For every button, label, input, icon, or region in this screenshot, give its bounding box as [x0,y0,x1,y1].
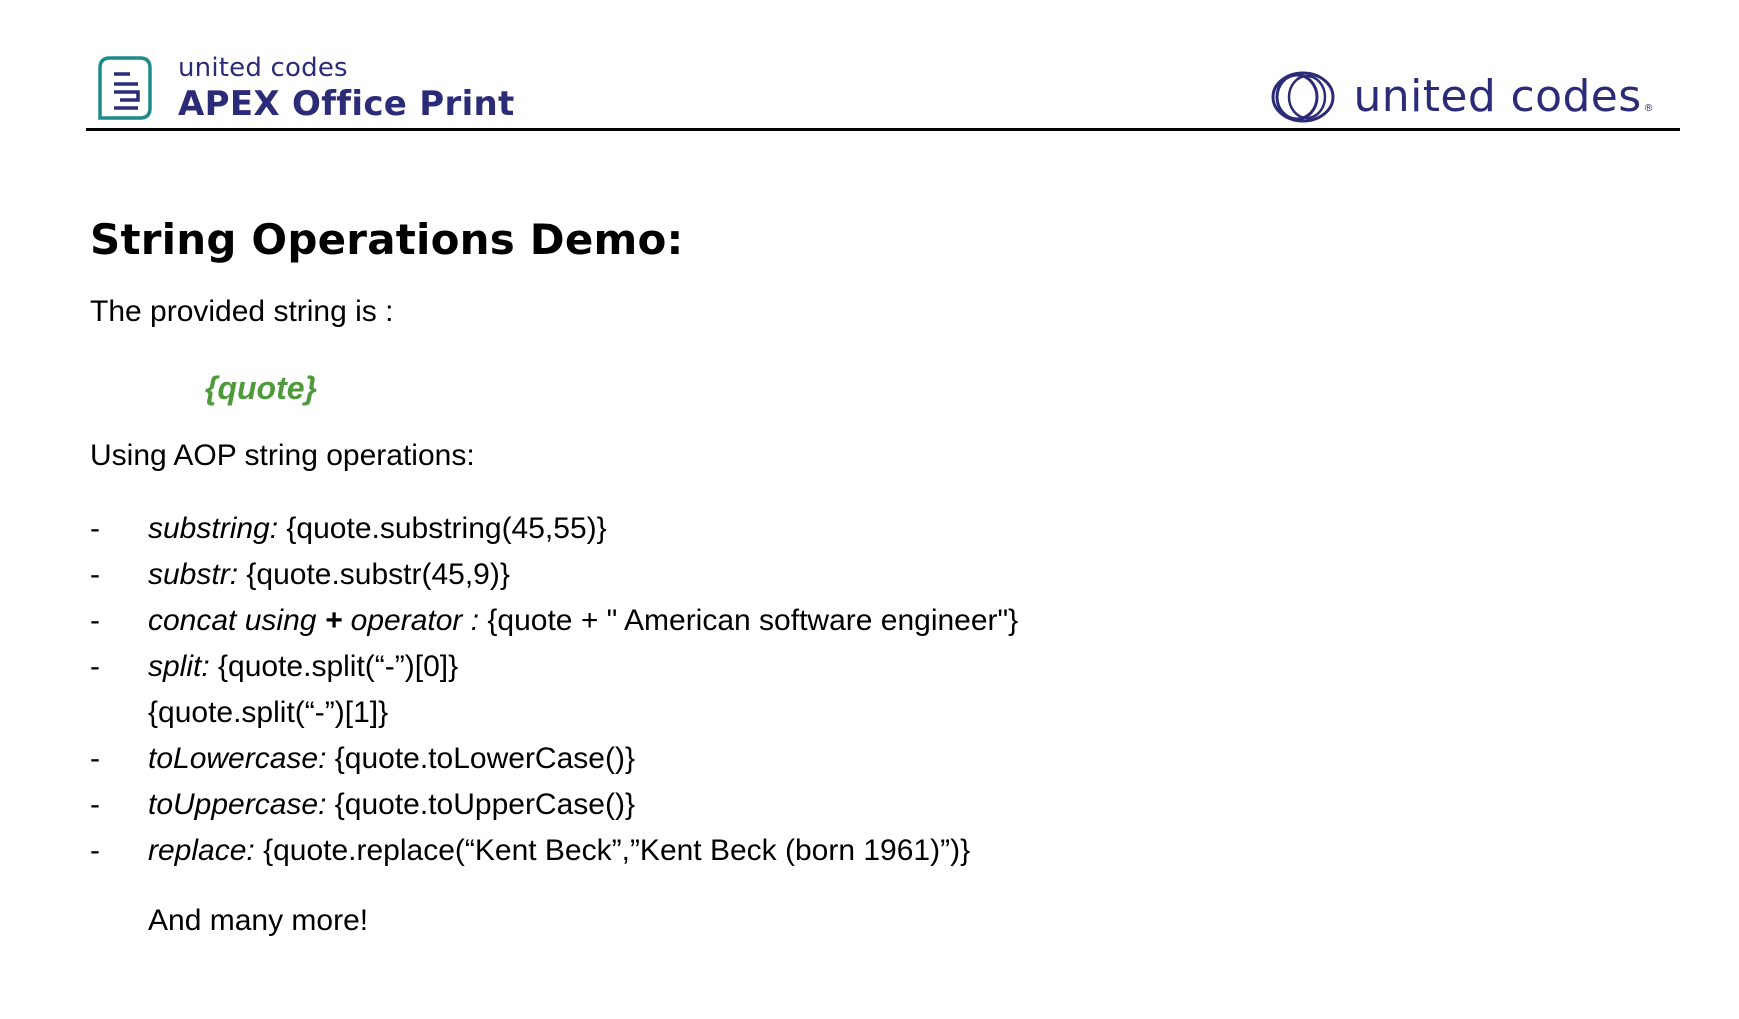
operation-expression: {quote.toLowerCase()} [326,742,635,775]
operation-expression: {quote.substr(45,9)} [238,558,510,591]
bullet-dash: - [90,834,100,867]
operation-name-suffix: operator : [342,604,480,637]
quote-placeholder: {quote} [205,370,317,406]
intro-text: The provided string is : [90,295,394,328]
using-operations-text: Using AOP string operations: [90,439,475,472]
operation-name: substring: [148,512,279,545]
operation-name: split: [148,650,210,683]
page-title: String Operations Demo: [90,215,684,264]
bullet-dash: - [90,788,100,821]
apex-office-print-logo: united codes APEX Office Print [96,54,515,122]
brand-main-text: APEX Office Print [178,84,515,124]
list-item-substring: - substring: {quote.substring(45,55)} [90,506,1590,552]
operation-name: concat using [148,604,325,637]
list-item-touppercase: - toUppercase: {quote.toUpperCase()} [90,782,1590,828]
operation-name: substr: [148,558,239,591]
bullet-dash: - [90,650,100,683]
operation-expression: {quote.replace(“Kent Beck”,”Kent Beck (b… [254,834,971,867]
list-item-concat: - concat using + operator : {quote + " A… [90,598,1590,644]
document-body: String Operations Demo: The provided str… [90,210,1590,944]
page-header: united codes APEX Office Print united co… [86,40,1680,132]
brand-sub-text: united codes [178,53,348,83]
operation-name: replace: [148,834,255,867]
bullet-dash: - [90,558,100,591]
operation-expression: {quote.split(“-”)[0]} [209,650,459,683]
list-item-split: - split: {quote.split(“-”)[0]} [90,644,1590,690]
operation-name: toLowercase: [148,742,327,775]
bullet-dash: - [90,512,100,545]
closing-text: And many more! [148,904,369,937]
operations-list: - substring: {quote.substring(45,55)} - … [90,506,1590,874]
document-icon [98,56,152,120]
list-item-substr: - substr: {quote.substr(45,9)} [90,552,1590,598]
united-codes-wordmark: united codes ® [1354,75,1654,119]
header-divider [86,128,1680,131]
operation-expression: {quote.substring(45,55)} [278,512,607,545]
list-item-tolowercase: - toLowercase: {quote.toLowerCase()} [90,736,1590,782]
operation-name: toUppercase: [148,788,327,821]
operation-expression: {quote.toUpperCase()} [326,788,635,821]
united-codes-text: united codes [1353,71,1642,122]
list-item-replace: - replace: {quote.replace(“Kent Beck”,”K… [90,828,1590,874]
document-page: united codes APEX Office Print united co… [0,0,1739,1019]
bullet-dash: - [90,742,100,775]
bullet-dash: - [90,604,100,637]
operation-expression: {quote + " American software engineer"} [479,604,1019,637]
plus-operator: + [324,604,343,637]
list-item-split-continuation: {quote.split(“-”)[1]} [148,696,389,729]
registered-mark: ® [1643,103,1654,114]
rings-logo-icon [1271,71,1335,123]
united-codes-logo: united codes ® [1270,70,1654,124]
